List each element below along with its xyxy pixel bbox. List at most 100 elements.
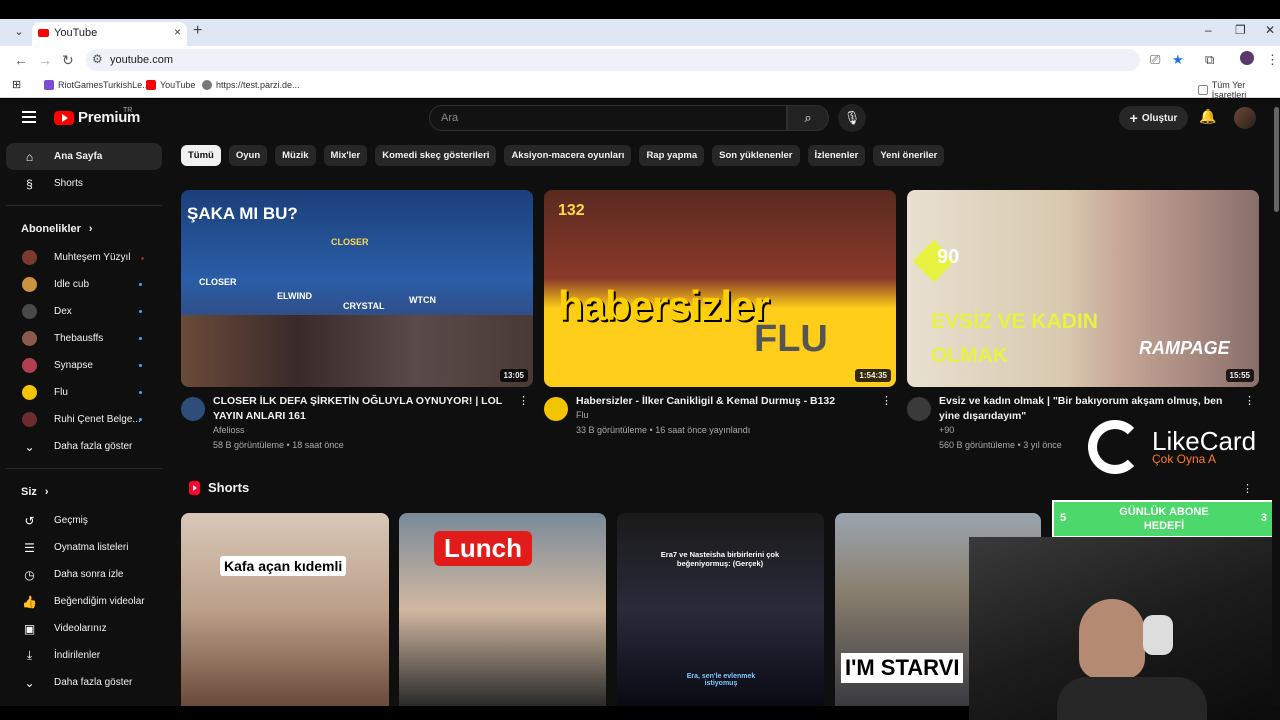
video-thumbnail[interactable]: 90 EVSİZ VE KADIN OLMAK RAMPAGE 15:55 [907,190,1259,387]
sidebar-item-sub[interactable]: Ruhi Çenet Belge... [6,406,162,433]
you-header[interactable]: Siz › [6,477,162,507]
youtube-favicon-icon [38,29,49,37]
install-icon[interactable]: ⎚ [1150,52,1160,68]
more-options-icon[interactable]: ⋮ [881,394,892,407]
back-icon[interactable]: ← [14,52,28,68]
new-tab-icon[interactable]: + [193,22,202,40]
chip[interactable]: Mix'ler [323,145,368,166]
duration-badge: 1:54:35 [855,369,891,382]
sidebar-show-more-you[interactable]: ⌄ Daha fazla göster [6,669,162,696]
subscriptions-header[interactable]: Abonelikler › [6,214,162,244]
sidebar-item-shorts[interactable]: § Shorts [6,170,162,197]
channel-avatar[interactable] [181,397,205,421]
sidebar-item-home[interactable]: ⌂ Ana Sayfa [6,143,162,170]
more-options-icon[interactable]: ⋮ [1244,394,1255,407]
search-button[interactable]: ⌕ [787,105,829,131]
video-title[interactable]: CLOSER İLK DEFA ŞİRKETİN OĞLUYLA OYNUYOR… [213,394,513,424]
sidebar-item-sub[interactable]: Flu [6,379,162,406]
extensions-icon[interactable]: ⧉ [1205,52,1214,68]
sidebar-item-label: Geçmiş [54,515,88,526]
profile-avatar[interactable] [1240,51,1254,65]
window-close-icon[interactable]: ✕ [1265,23,1275,37]
reload-icon[interactable]: ↻ [62,52,74,69]
chip[interactable]: Komedi skeç gösterileri [375,145,497,166]
browser-tab[interactable]: YouTube × [32,22,187,46]
channel-avatar[interactable] [544,397,568,421]
voice-search-button[interactable]: 🎙 [838,104,866,132]
tab-search-icon[interactable]: ⌄ [10,23,28,41]
short-card[interactable]: Lunch [399,513,606,706]
url-text: youtube.com [110,54,173,66]
bookmark-riotgames[interactable]: RiotGamesTurkishLe... [44,80,150,90]
sidebar-item-downloads[interactable]: ⤓ İndirilenler [6,642,162,669]
apps-grid-icon[interactable]: ⊞ [12,78,21,91]
sidebar-item-history[interactable]: ↺ Geçmiş [6,507,162,534]
short-caption: Kafa açan kıdemli [220,556,347,576]
site-info-icon[interactable]: ⚙ [92,52,103,66]
channel-avatar[interactable] [907,397,931,421]
sidebar-item-liked[interactable]: 👍 Beğendiğim videolar [6,588,162,615]
scrollbar[interactable] [1272,99,1280,706]
thumbnail-text: ŞAKA MI BU? [187,204,298,223]
browser-menu-icon[interactable]: ⋮ [1266,52,1279,68]
chip[interactable]: İzlenenler [807,145,866,166]
goal-title: GÜNLÜK ABONE HEDEFİ [1119,506,1209,532]
short-caption: Era7 ve Nasteisha birbirlerini çok beğen… [660,550,780,568]
all-bookmarks[interactable]: Tüm Yer İşaretleri [1198,80,1280,100]
playlist-icon: ☰ [24,540,35,555]
thumbnail-text: 132 [558,202,585,219]
minimize-icon[interactable]: – [1205,23,1212,37]
download-icon: ⤓ [26,648,33,662]
scrollbar-thumb[interactable] [1274,107,1279,212]
divider [6,205,162,206]
sidebar-show-more[interactable]: ⌄ Daha fazla göster [6,433,162,460]
sidebar-item-your-videos[interactable]: ▣ Videolarınız [6,615,162,642]
video-card[interactable]: 132 habersizler FLU 1:54:35 Habersizler … [544,190,896,457]
video-title[interactable]: Habersizler - İlker Canikligil & Kemal D… [576,394,876,409]
restore-icon[interactable]: ❐ [1235,23,1246,37]
create-button[interactable]: + Oluştur [1119,106,1188,130]
more-options-icon[interactable]: ⋮ [518,394,529,407]
sidebar-item-label: Ruhi Çenet Belge... [54,414,141,425]
forward-icon[interactable]: → [38,52,52,68]
sidebar-item-sub[interactable]: Idle cub [6,271,162,298]
more-options-icon[interactable]: ⋮ [1242,482,1253,495]
chip[interactable]: Rap yapma [639,145,705,166]
chip[interactable]: Tümü [181,145,221,166]
notifications-icon[interactable]: 🔔 [1199,108,1216,125]
account-avatar[interactable] [1234,107,1256,129]
sidebar-item-sub[interactable]: Synapse [6,352,162,379]
section-title: Shorts [208,480,250,495]
sidebar-item-sub[interactable]: Muhteşem Yüzyıl ▪ [6,244,162,271]
channel-name[interactable]: Afelioss [213,425,245,435]
short-card[interactable]: Era7 ve Nasteisha birbirlerini çok beğen… [617,513,824,706]
youtube-icon [146,80,156,90]
search-input[interactable]: Ara [429,105,787,131]
video-card[interactable]: ŞAKA MI BU? CLOSER ELWIND CRYSTAL WTCN C… [181,190,533,457]
bookmark-youtube[interactable]: YouTube [146,80,195,90]
video-meta: Habersizler - İlker Canikligil & Kemal D… [544,387,896,457]
youtube-logo[interactable]: Premium TR [54,107,140,126]
chip[interactable]: Son yüklenenler [712,145,800,166]
youtube-play-icon [54,110,74,125]
browser-tabbar: ⌄ YouTube × + – ❐ ✕ [0,19,1280,46]
sidebar-item-sub[interactable]: Dex [6,298,162,325]
sidebar-item-sub[interactable]: Thebausffs [6,325,162,352]
chip[interactable]: Yeni öneriler [873,145,945,166]
chip[interactable]: Oyun [228,145,268,166]
short-card[interactable]: Kafa açan kıdemli [181,513,389,706]
short-subcaption: Era, sen'le evlenmek istiyomuş [686,673,756,687]
bookmark-parzi[interactable]: https://test.parzi.de... [202,80,300,90]
address-bar[interactable]: ⚙ youtube.com [86,49,1140,71]
video-thumbnail[interactable]: ŞAKA MI BU? CLOSER ELWIND CRYSTAL WTCN C… [181,190,533,387]
channel-name[interactable]: +90 [939,425,954,435]
menu-icon[interactable] [22,111,36,123]
chip[interactable]: Müzik [275,145,316,166]
tab-close-icon[interactable]: × [174,25,181,39]
chip[interactable]: Aksiyon-macera oyunları [504,145,632,166]
sidebar-item-playlists[interactable]: ☰ Oynatma listeleri [6,534,162,561]
channel-name[interactable]: Flu [576,410,589,420]
bookmark-star-icon[interactable]: ★ [1172,52,1184,68]
video-thumbnail[interactable]: 132 habersizler FLU 1:54:35 [544,190,896,387]
sidebar-item-watch-later[interactable]: ◷ Daha sonra izle [6,561,162,588]
